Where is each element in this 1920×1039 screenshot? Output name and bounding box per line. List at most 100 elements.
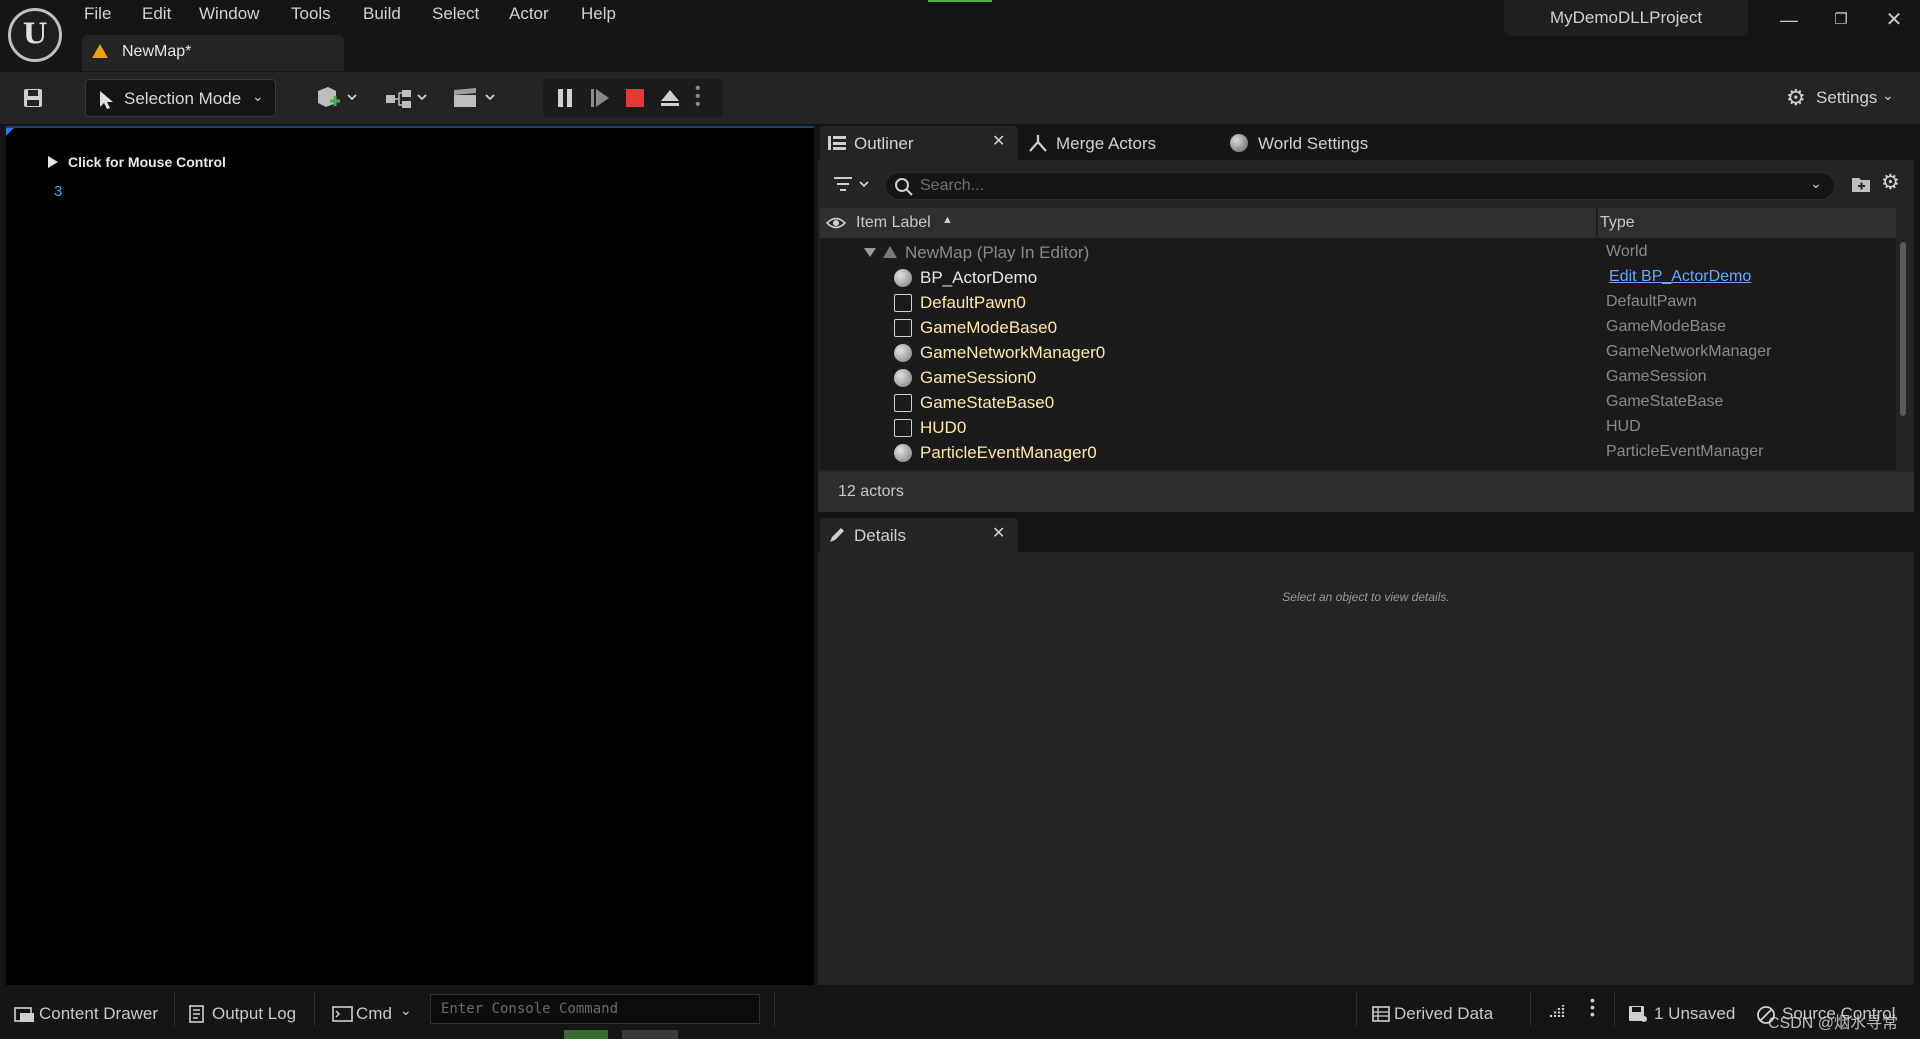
cinematics-button[interactable] xyxy=(450,79,502,117)
minimize-icon[interactable]: — xyxy=(1772,8,1806,32)
new-folder-button[interactable] xyxy=(1850,174,1872,194)
menu-tools[interactable]: Tools xyxy=(291,4,331,26)
add-actor-button[interactable] xyxy=(312,79,364,117)
tree-row-actor[interactable]: BP_ActorDemo Edit BP_ActorDemo xyxy=(820,265,1896,290)
tab-outliner[interactable]: Outliner ✕ xyxy=(820,126,1018,160)
menu-build[interactable]: Build xyxy=(363,4,401,26)
tree-row-world[interactable]: NewMap (Play In Editor) World xyxy=(820,240,1896,265)
tab-details[interactable]: Details ✕ xyxy=(820,518,1018,552)
outliner-scrollbar[interactable] xyxy=(1900,242,1906,416)
actors-count: 12 actors xyxy=(838,483,904,500)
pause-button[interactable] xyxy=(555,88,575,108)
status-divider xyxy=(1530,992,1531,1026)
edit-blueprint-link[interactable]: Edit BP_ActorDemo xyxy=(1609,268,1751,286)
tree-row-actor[interactable]: GameModeBase0 GameModeBase xyxy=(820,315,1896,340)
tree-row-type: GameStateBase xyxy=(1606,393,1724,410)
eject-button[interactable] xyxy=(660,88,680,108)
globe-icon xyxy=(1230,134,1248,152)
pawn-icon xyxy=(894,294,912,312)
expand-arrow-icon[interactable] xyxy=(864,248,876,257)
output-log-button[interactable]: Output Log xyxy=(186,992,306,1034)
tree-row-label: DefaultPawn0 xyxy=(920,293,1026,312)
save-icon xyxy=(24,89,42,107)
mouse-control-hint[interactable]: Click for Mouse Control xyxy=(68,154,226,170)
project-name: MyDemoDLLProject xyxy=(1549,8,1703,27)
gear-icon: ⚙ xyxy=(1786,85,1806,110)
settings-button[interactable]: ⚙ Settings ⌄ xyxy=(1776,79,1904,117)
column-item-label[interactable]: Item Label xyxy=(856,214,931,232)
menu-file[interactable]: File xyxy=(84,4,111,26)
tree-row-label: GameStateBase0 xyxy=(920,393,1055,412)
status-divider xyxy=(174,992,175,1026)
chevron-down-icon[interactable]: ⌄ xyxy=(1810,175,1822,192)
menu-edit[interactable]: Edit xyxy=(142,4,171,26)
close-tab-icon[interactable]: ✕ xyxy=(992,131,1005,151)
hud-icon xyxy=(894,419,912,437)
taskbar-item-active[interactable] xyxy=(564,1030,608,1039)
menu-select[interactable]: Select xyxy=(432,4,479,26)
search-icon xyxy=(894,177,914,197)
map-tab[interactable]: NewMap* xyxy=(82,35,344,71)
column-type[interactable]: Type xyxy=(1600,214,1635,232)
stop-button[interactable] xyxy=(625,88,645,108)
console-command-input[interactable] xyxy=(430,994,760,1024)
menu-actor[interactable]: Actor xyxy=(509,4,549,26)
unsaved-button[interactable]: 1 Unsaved xyxy=(1626,992,1744,1034)
restore-icon[interactable]: ❐ xyxy=(1824,8,1858,32)
unreal-logo-icon[interactable]: U xyxy=(8,8,62,62)
merge-actors-icon xyxy=(1028,134,1048,152)
cmd-selector[interactable]: Cmd ⌄ xyxy=(330,992,426,1034)
actor-sphere-icon xyxy=(894,344,912,362)
gamemode-icon xyxy=(894,319,912,337)
tree-row-actor[interactable]: DefaultPawn0 DefaultPawn xyxy=(820,290,1896,315)
search-input[interactable] xyxy=(920,176,1800,196)
tree-row-actor[interactable]: ParticleEventManager0 ParticleEventManag… xyxy=(820,440,1896,465)
viewport-debug-number: 3 xyxy=(54,183,63,200)
eject-icon xyxy=(661,90,679,106)
close-tab-icon[interactable]: ✕ xyxy=(992,523,1005,543)
blueprint-button[interactable] xyxy=(382,79,434,117)
tree-row-actor[interactable]: GameNetworkManager0 GameNetworkManager xyxy=(820,340,1896,365)
console-icon xyxy=(332,1006,354,1022)
visibility-eye-icon[interactable] xyxy=(826,216,846,230)
filter-button[interactable] xyxy=(832,174,874,196)
more-options-icon[interactable]: • • • xyxy=(695,81,701,113)
menu-window[interactable]: Window xyxy=(199,4,259,26)
taskbar-item[interactable] xyxy=(622,1030,678,1039)
selection-mode-button[interactable]: Selection Mode ⌄ xyxy=(85,79,276,117)
column-divider[interactable] xyxy=(1596,208,1598,238)
derived-data-button[interactable]: Derived Data xyxy=(1370,992,1520,1034)
content-drawer-button[interactable]: Content Drawer xyxy=(10,992,176,1034)
outliner-search-box[interactable]: ⌄ xyxy=(885,172,1835,200)
outliner-footer: 12 actors xyxy=(818,472,1914,512)
game-viewport[interactable] xyxy=(6,128,814,985)
tree-row-type: GameSession xyxy=(1606,368,1707,385)
menu-help[interactable]: Help xyxy=(581,4,616,26)
world-level-icon xyxy=(883,246,897,258)
tree-row-label: GameModeBase0 xyxy=(920,318,1058,337)
cursor-icon xyxy=(98,90,116,110)
tree-row-actor[interactable]: HUD0 HUD xyxy=(820,415,1896,440)
more-options-icon[interactable]: • • • xyxy=(1590,993,1595,1021)
cmd-label: Cmd xyxy=(356,1004,392,1023)
play-controls: • • • xyxy=(543,79,723,117)
tree-row-type: HUD xyxy=(1606,418,1641,435)
save-button[interactable] xyxy=(12,79,52,117)
tab-merge-actors[interactable]: Merge Actors xyxy=(1026,126,1216,160)
outliner-settings-gear-icon[interactable]: ⚙ xyxy=(1881,170,1900,195)
chevron-down-icon: ⌄ xyxy=(252,88,264,104)
derived-data-label: Derived Data xyxy=(1394,1004,1494,1023)
tree-row-actor[interactable]: GameStateBase0 GameStateBase xyxy=(820,390,1896,415)
chevron-down-icon: ⌄ xyxy=(400,1002,412,1018)
level-icon xyxy=(92,44,108,58)
filter-icon xyxy=(834,177,869,191)
add-actor-icon xyxy=(318,87,357,107)
main-toolbar xyxy=(0,72,1920,124)
step-frame-button[interactable] xyxy=(590,88,610,108)
tab-world-settings[interactable]: World Settings xyxy=(1230,126,1420,160)
tab-details-label: Details xyxy=(854,526,906,545)
network-icon[interactable] xyxy=(1548,1000,1568,1020)
tree-row-actor[interactable]: GameSession0 GameSession xyxy=(820,365,1896,390)
status-divider xyxy=(774,992,775,1026)
close-window-icon[interactable]: ✕ xyxy=(1877,8,1911,32)
